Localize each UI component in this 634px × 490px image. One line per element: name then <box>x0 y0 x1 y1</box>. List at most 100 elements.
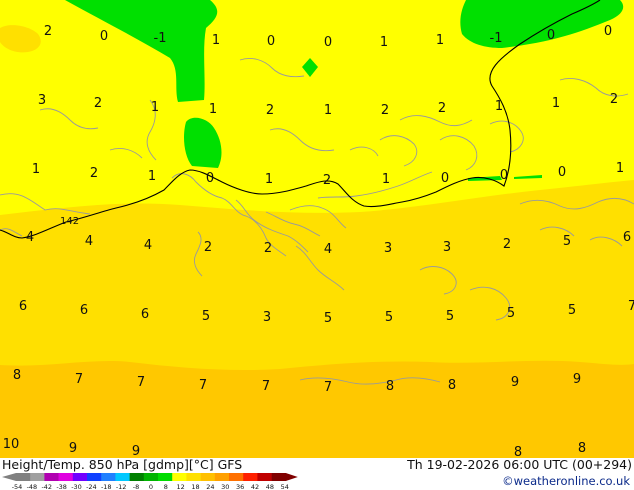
temperature-value: 2 <box>438 101 446 116</box>
color-scale-tick: 42 <box>251 483 259 490</box>
temperature-value: 2 <box>381 103 389 118</box>
color-scale-swatch <box>115 473 130 481</box>
band-8-to-12 <box>0 360 634 458</box>
temperature-value: 1 <box>151 100 159 115</box>
copyright-link[interactable]: ©weatheronline.co.uk <box>502 474 630 488</box>
temperature-value: 3 <box>38 93 46 108</box>
color-scale-tick: -30 <box>71 483 82 490</box>
map-footer: Height/Temp. 850 hPa [gdmp][°C] GFS Th 1… <box>0 458 634 490</box>
color-scale-tick: 8 <box>164 483 168 490</box>
temperature-value: 1 <box>209 102 217 117</box>
temperature-value: 6 <box>623 230 631 245</box>
temperature-value: 1 <box>265 172 273 187</box>
color-scale-swatch <box>129 473 145 481</box>
color-scale: -54 -48 -42 -38 -30 -24 -18 -12 -8 0 8 12 18 24 30 36 42… <box>2 473 298 490</box>
temperature-value: 1 <box>324 103 332 118</box>
temperature-value: 9 <box>511 375 519 390</box>
color-scale-tick: -48 <box>27 483 38 490</box>
color-scale-tick: 36 <box>236 483 244 490</box>
color-scale-tick: 0 <box>149 483 153 490</box>
temperature-value: 5 <box>324 311 332 326</box>
color-scale-swatch <box>158 473 173 481</box>
color-scale-swatch <box>16 473 31 481</box>
color-scale-swatch <box>214 473 230 481</box>
temperature-value: 2 <box>503 237 511 252</box>
temperature-value: 8 <box>578 441 586 456</box>
color-scale-swatch <box>44 473 59 481</box>
temperature-value: 2 <box>610 92 618 107</box>
temperature-value: 9 <box>69 441 77 456</box>
color-scale-swatch <box>143 473 159 481</box>
color-scale-swatch <box>101 473 116 481</box>
temperature-value: 9 <box>132 444 140 458</box>
temperature-value: 3 <box>384 241 392 256</box>
color-scale-tick: 12 <box>177 483 185 490</box>
temperature-value: 1 <box>380 35 388 50</box>
color-scale-swatch <box>271 473 287 481</box>
temperature-value: 1 <box>436 33 444 48</box>
temperature-value: 5 <box>446 309 454 324</box>
color-scale-arrow-left <box>2 473 16 481</box>
temperature-value: 4 <box>324 242 332 257</box>
temperature-value: 1 <box>212 33 220 48</box>
color-scale-tick: -18 <box>101 483 112 490</box>
color-scale-swatch <box>72 473 88 481</box>
contour-label: 142 <box>60 216 79 227</box>
temperature-value: 7 <box>199 378 207 393</box>
temperature-value: 2 <box>266 103 274 118</box>
temperature-value: 4 <box>144 238 152 253</box>
temperature-value: -1 <box>490 31 503 46</box>
color-scale-swatch <box>257 473 272 481</box>
color-scale-tick: 54 <box>281 483 289 490</box>
temperature-value: 0 <box>267 34 275 49</box>
temperature-value: 1 <box>616 161 624 176</box>
temperature-value: 6 <box>80 303 88 318</box>
temperature-value: 8 <box>13 368 21 383</box>
color-scale-swatch <box>87 473 102 481</box>
temperature-value: 7 <box>75 372 83 387</box>
temperature-value: 0 <box>604 24 612 39</box>
temperature-value: 0 <box>206 171 214 186</box>
temperature-value: 7 <box>628 299 634 314</box>
temperature-value: 0 <box>558 165 566 180</box>
temperature-value: 5 <box>563 234 571 249</box>
temperature-value: 5 <box>568 303 576 318</box>
temperature-value: 3 <box>263 310 271 325</box>
color-scale-tick: 30 <box>221 483 229 490</box>
temperature-value: 0 <box>324 35 332 50</box>
color-scale-tick: 18 <box>191 483 199 490</box>
color-scale-arrow-right <box>285 473 298 481</box>
temperature-value: 9 <box>573 372 581 387</box>
temperature-value: 10 <box>3 437 20 452</box>
temperature-value: 5 <box>202 309 210 324</box>
temperature-value: 8 <box>448 378 456 393</box>
temperature-value: 0 <box>500 168 508 183</box>
color-scale-tick: 24 <box>206 483 214 490</box>
color-scale-swatch <box>30 473 45 481</box>
color-scale-tick: -8 <box>133 483 139 490</box>
color-scale-tick: -42 <box>41 483 52 490</box>
color-scale-swatch <box>58 473 74 481</box>
color-scale-swatch <box>186 473 201 481</box>
temperature-value: 7 <box>324 380 332 395</box>
temperature-value: 1 <box>148 169 156 184</box>
temperature-value: 7 <box>137 375 145 390</box>
color-scale-swatches <box>2 473 298 481</box>
color-scale-swatch <box>172 473 187 481</box>
temperature-value: 6 <box>19 299 27 314</box>
color-scale-tick: -12 <box>116 483 127 490</box>
temperature-value: 6 <box>141 307 149 322</box>
map-title: Height/Temp. 850 hPa [gdmp][°C] GFS <box>2 457 243 472</box>
temperature-value: 1 <box>552 96 560 111</box>
color-scale-tick: -24 <box>86 483 97 490</box>
temperature-value: 0 <box>100 29 108 44</box>
temperature-value: 4 <box>26 230 34 245</box>
temperature-value: 3 <box>443 240 451 255</box>
temperature-value: 2 <box>323 173 331 188</box>
temperature-value: 2 <box>204 240 212 255</box>
temperature-value: 2 <box>90 166 98 181</box>
temperature-value: 1 <box>495 99 503 114</box>
temperature-value: 0 <box>547 28 555 43</box>
color-scale-tick: -54 <box>12 483 23 490</box>
temperature-value: 2 <box>44 24 52 39</box>
